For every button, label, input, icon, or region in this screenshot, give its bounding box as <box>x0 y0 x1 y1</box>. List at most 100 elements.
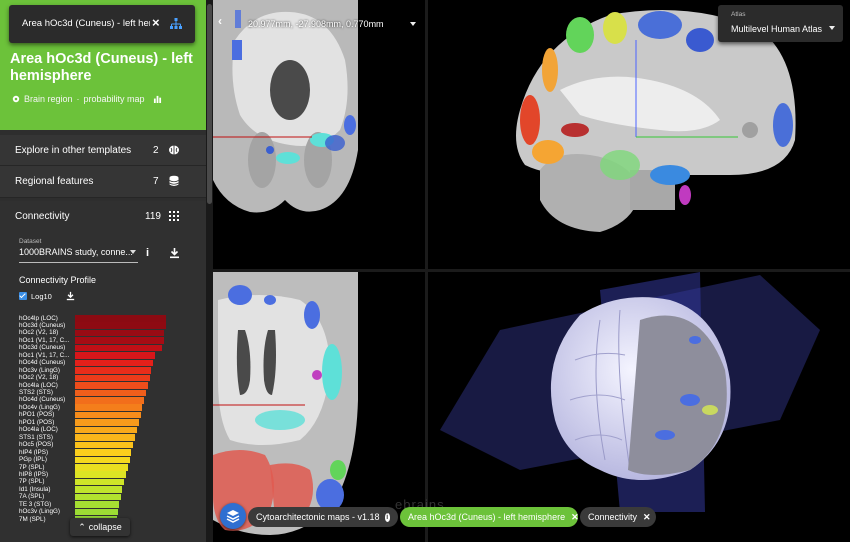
atlas-value: Multilevel Human Atlas <box>731 24 823 34</box>
chevron-down-icon <box>130 250 136 254</box>
search-input[interactable]: Area hOc3d (Cuneus) - left hemisp <box>22 18 150 29</box>
profile-bar[interactable] <box>75 329 164 337</box>
section-features-label: Regional features <box>15 176 94 187</box>
layers-button[interactable] <box>220 503 246 529</box>
profile-bar[interactable] <box>75 419 139 426</box>
log10-checkbox[interactable] <box>19 292 27 300</box>
connectivity-chip-label: Connectivity <box>588 512 638 522</box>
profile-bar[interactable] <box>75 359 153 367</box>
profile-row-label: TE 3 (STG) <box>19 500 52 508</box>
profile-bar[interactable] <box>75 501 119 508</box>
region-header: Area hOc3d (Cuneus) - left hemisp × Area… <box>0 0 206 130</box>
profile-row-label: hOc3v (LingG) <box>19 508 60 516</box>
region-chip[interactable]: Area hOc3d (Cuneus) - left hemisphere ✕ <box>400 507 579 527</box>
profile-bar[interactable] <box>75 478 124 486</box>
profile-download-icon[interactable] <box>66 291 75 301</box>
profile-bar[interactable] <box>75 352 155 359</box>
dataset-label: Dataset <box>19 238 42 245</box>
atlas-chip[interactable]: Cytoarchitectonic maps - v1.18 i <box>248 507 398 527</box>
log10-label: Log10 <box>31 292 52 301</box>
profile-bar[interactable] <box>75 449 131 456</box>
profile-bar[interactable] <box>75 434 135 441</box>
sagittal-slice[interactable] <box>516 10 796 232</box>
profile-bar[interactable] <box>75 486 122 493</box>
profile-bar[interactable] <box>75 471 126 479</box>
viewer-divider-horizontal <box>213 269 850 272</box>
profile-bar[interactable] <box>75 426 137 434</box>
section-connectivity-label[interactable]: Connectivity <box>15 211 69 222</box>
profile-bar[interactable] <box>75 464 128 471</box>
atlas-chevron-icon <box>829 26 835 30</box>
brain-icon <box>169 145 179 155</box>
region-subtype: probability map <box>83 94 145 104</box>
profile-row-label: hOc4d (Cuneus) <box>19 359 66 367</box>
region-title: Area hOc3d (Cuneus) - left hemisphere <box>10 51 193 84</box>
info-icon[interactable]: i <box>384 512 390 522</box>
layers-icon <box>226 510 240 523</box>
profile-bar[interactable] <box>75 374 150 382</box>
profile-row-label: hOc3d (Cuneus) <box>19 344 66 352</box>
axial-slice[interactable] <box>213 272 358 535</box>
profile-bar[interactable] <box>75 396 144 404</box>
collapse-button[interactable]: ⌃ collapse <box>70 518 130 536</box>
dataset-value: 1000BRAINS study, conne... <box>19 247 133 257</box>
profile-row-label: 7A (SPL) <box>19 493 45 501</box>
dataset-select[interactable]: 1000BRAINS study, conne... <box>19 247 138 263</box>
region-type: Brain region <box>24 94 73 104</box>
coordinates-chevron-icon[interactable] <box>410 22 416 26</box>
profile-bar[interactable] <box>75 344 162 352</box>
profile-row-label: hOc2 (V2, 18) <box>19 329 59 337</box>
chart-icon[interactable] <box>153 95 162 103</box>
download-icon[interactable] <box>169 247 180 259</box>
section-features[interactable]: Regional features 7 <box>0 166 206 198</box>
profile-row-label: hPO1 (POS) <box>19 411 55 419</box>
profile-bar[interactable] <box>75 508 118 516</box>
profile-row-label: STS1 (STS) <box>19 433 53 441</box>
chevron-left-icon[interactable]: ‹ <box>218 14 222 28</box>
database-icon <box>169 175 179 186</box>
profile-row-label: STS2 (STS) <box>19 389 53 396</box>
profile-row-label: hOc4la (LOC) <box>19 426 58 434</box>
3d-view[interactable] <box>440 272 820 512</box>
profile-row-label: hOc2 (V2, 18) <box>19 374 59 382</box>
coordinates-readout[interactable]: 20.977mm, -27.908mm, 0.770mm <box>248 19 384 29</box>
coronal-slice[interactable] <box>213 0 358 213</box>
profile-row-label: PGp (IPL) <box>19 456 47 464</box>
profile-bar[interactable] <box>75 411 141 419</box>
profile-bar[interactable] <box>75 493 121 501</box>
profile-bar[interactable] <box>75 367 151 374</box>
app-root: Area hOc3d (Cuneus) - left hemisp × Area… <box>0 0 850 542</box>
profile-bar[interactable] <box>75 441 133 449</box>
section-templates-count: 2 <box>153 145 159 156</box>
section-connectivity-count: 119 <box>145 211 161 222</box>
section-templates[interactable]: Explore in other templates 2 <box>0 135 206 166</box>
sidebar-scrollbar-thumb[interactable] <box>207 4 212 204</box>
profile-bar[interactable] <box>75 389 146 397</box>
profile-bar[interactable] <box>75 382 148 389</box>
profile-bar[interactable] <box>75 322 166 330</box>
profile-row-label: hOc4lp (LOC) <box>19 314 58 322</box>
profile-bar[interactable] <box>75 337 164 344</box>
close-icon[interactable]: ✕ <box>643 512 651 523</box>
collapse-label: collapse <box>88 522 122 532</box>
atlas-select[interactable]: Atlas Multilevel Human Atlas <box>718 5 843 42</box>
profile-bar[interactable] <box>75 315 166 322</box>
profile-row-label: hOc1 (V1, 17, C... <box>19 336 70 344</box>
profile-row-label: hIP4 (IPS) <box>19 448 49 456</box>
profile-row-label: 7M (SPL) <box>19 515 46 523</box>
side-panel: Area hOc3d (Cuneus) - left hemisp × Area… <box>0 0 206 542</box>
grid-icon <box>169 211 179 221</box>
search-box[interactable]: Area hOc3d (Cuneus) - left hemisp × <box>9 5 195 43</box>
profile-row-label: hOc3v (LingG) <box>19 366 60 374</box>
profile-row-label: hOc4la (LOC) <box>19 381 58 389</box>
close-icon[interactable]: ✕ <box>571 512 579 523</box>
connectivity-chip[interactable]: Connectivity ✕ <box>580 507 656 527</box>
profile-bar[interactable] <box>75 404 142 411</box>
info-icon[interactable]: i <box>146 247 149 259</box>
section-templates-label: Explore in other templates <box>15 145 132 156</box>
profile-row-label: hPO1 (POS) <box>19 418 55 426</box>
hierarchy-icon[interactable] <box>169 17 183 31</box>
profile-bar[interactable] <box>75 456 130 464</box>
profile-row-label: hOc4v (LingG) <box>19 403 60 411</box>
close-icon[interactable]: × <box>152 16 160 30</box>
